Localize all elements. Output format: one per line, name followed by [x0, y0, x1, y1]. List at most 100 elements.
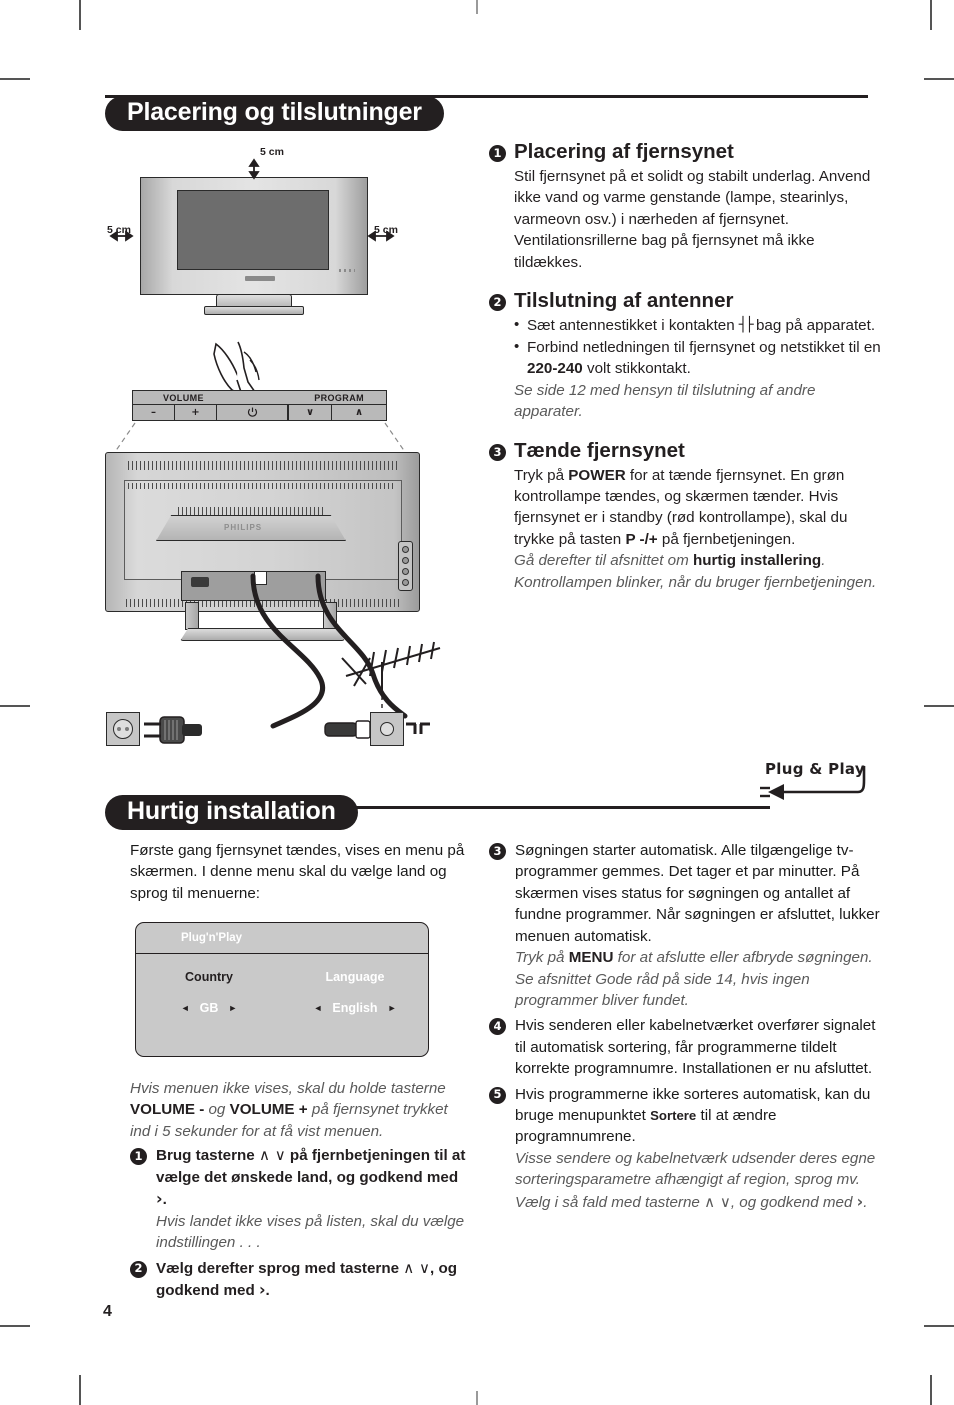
bullet-2-pre: Forbind netledningen til fjernsynet og n… [527, 338, 881, 356]
step-2-title: Tilslutning af antenner [514, 289, 734, 313]
item-5-note-c: . [863, 1193, 868, 1211]
step-2-heading: 2 Tilslutning af antenner [489, 289, 881, 313]
osd-language-label: Language [325, 970, 385, 984]
bullet-2-voltage: 220-240 [527, 360, 583, 378]
plug-and-play-logo: Plug & Play [760, 760, 870, 810]
list-item-4: 4 Hvis senderen eller kabelnetværket ove… [489, 1015, 881, 1079]
crop-mark-left-top [0, 78, 30, 80]
p-key-label: P -/+ [625, 530, 658, 548]
step-3-note-b: Kontrollampen blinker, når du bruger fje… [514, 573, 877, 591]
up-down-keys-icon: ∧ ∨ [258, 1146, 286, 1165]
language-prev-arrow-icon[interactable]: ◄ [314, 1003, 323, 1013]
step-1-body: Stil fjernsynet på et solidt og stabilt … [489, 166, 881, 273]
step-2-number: 2 [489, 294, 506, 312]
step-3-text-a: Tryk på [514, 466, 569, 484]
power-plug-icon [760, 766, 866, 800]
step-2: 2 Tilslutning af antenner Sæt antennesti… [489, 289, 881, 422]
country-prev-arrow-icon[interactable]: ◄ [181, 1003, 190, 1013]
list-item-3: 3 Søgningen starter automatisk. Alle til… [489, 840, 881, 1011]
crop-mark-bottom-left [79, 1375, 81, 1405]
step-1-title: Placering af fjernsynet [514, 140, 734, 163]
hurtig-installering-ref: hurtig installering [692, 552, 822, 570]
item-3-number: 3 [489, 843, 506, 860]
volume-plus-label: VOLUME + [229, 1101, 308, 1119]
bullet-1-pre: Sæt antennestikket i kontakten [527, 317, 739, 335]
item-3-note-a: Tryk på [515, 949, 569, 967]
bullet-2-post: volt stikkontakt. [582, 360, 691, 378]
osd-country-value-row[interactable]: ◄ GB ► [136, 1001, 282, 1015]
manual-page: Placering og tilslutninger 5 cm 5 cm 5 c… [0, 0, 954, 1405]
antenna-socket-glyph: ┤├ [738, 317, 754, 334]
item-2-text: Vælg derefter sprog med tasterne ∧ ∨, og… [156, 1258, 470, 1302]
item-1-c: . [162, 1191, 167, 1209]
plugnplay-osd-menu: Plug'n'Play Country ◄ GB ► Language ◄ En… [135, 922, 429, 1057]
crop-mark-bottom-right [930, 1375, 932, 1405]
clearance-arrows [109, 158, 395, 242]
language-next-arrow-icon[interactable]: ► [388, 1003, 397, 1013]
clearance-label-left: 5 cm [107, 224, 131, 236]
tv-front-view-illustration [109, 158, 413, 315]
note-a-text: Hvis menuen ikke vises, skal du holde ta… [130, 1080, 446, 1097]
socket-hole [113, 719, 133, 739]
section-rule-middle [340, 806, 770, 809]
step-3-note-a-end: . [821, 552, 826, 570]
item-1-note: Hvis landet ikke vises på listen, skal d… [156, 1212, 465, 1252]
control-panel-labels: VOLUME PROGRAM [132, 390, 387, 405]
crop-mark-top-left [79, 0, 81, 30]
step-1: 1 Placering af fjernsynet Stil fjernsyne… [489, 140, 881, 273]
crop-mark-right-top [924, 78, 954, 80]
step-1-number: 1 [489, 145, 506, 163]
bullet-1-post: bag på apparatet. [751, 317, 876, 335]
osd-country-label: Country [185, 970, 233, 984]
vent-slots-upper [128, 483, 396, 489]
osd-language-value: English [332, 1001, 378, 1015]
step-3-note-a-text: Gå derefter til afsnittet om [514, 552, 693, 570]
step-1-paragraph: Stil fjernsynet på et solidt og stabilt … [514, 168, 871, 271]
item-4-text: Hvis senderen eller kabelnetværket overf… [515, 1017, 876, 1078]
vent-slots-top [128, 461, 398, 470]
antenna-symbol-icon [406, 722, 430, 734]
item-5-body: Hvis programmerne ikke sorteres automati… [515, 1086, 870, 1146]
power-icon [247, 407, 257, 417]
connector-hole-2 [402, 557, 409, 564]
step-2-bullet-1: Sæt antennestikket i kontakten ┤├ bag på… [514, 314, 881, 337]
step-2-bullet-2: Forbind netledningen til fjernsynet og n… [514, 336, 881, 380]
item-1-a: Brug tasterne [156, 1147, 259, 1165]
item-5-note-b: , og godkend med [730, 1193, 857, 1211]
quick-install-intro: Første gang fjernsynet tændes, vises en … [130, 842, 465, 902]
osd-title: Plug'n'Play [181, 932, 243, 944]
note-b-text: og [204, 1101, 230, 1119]
item-5-note: Visse sendere og kabelnetværk udsender d… [515, 1148, 881, 1213]
item-1-body: Brug tasterne ∧ ∨ på fjernbetjeningen ti… [156, 1146, 465, 1209]
mains-wall-socket-icon [106, 712, 140, 746]
menu-key-label: MENU [568, 949, 614, 967]
menu-not-shown-note: Hvis menuen ikke vises, skal du holde ta… [130, 1078, 470, 1142]
country-next-arrow-icon[interactable]: ► [228, 1003, 237, 1013]
item-1-text: Brug tasterne ∧ ∨ på fjernbetjeningen ti… [156, 1145, 470, 1253]
step-3-heading: 3 Tænde fjernsynet [489, 439, 881, 463]
osd-title-bar: Plug'n'Play [136, 923, 428, 954]
item-1-number: 1 [130, 1148, 147, 1166]
page-number: 4 [103, 1303, 112, 1320]
power-plug-icon [144, 716, 202, 744]
step-2-bullet-list: Sæt antennestikket i kontakten ┤├ bag på… [514, 314, 881, 380]
vent-slots-hood [178, 507, 323, 515]
step-2-body: Sæt antennestikket i kontakten ┤├ bag på… [489, 314, 881, 422]
crop-mark-top-center [476, 0, 478, 14]
up-down-keys-icon: ∧ ∨ [704, 1192, 731, 1211]
list-item-2: 2 Vælg derefter sprog med tasterne ∧ ∨, … [130, 1258, 470, 1302]
control-group-volume-label: VOLUME [163, 392, 204, 403]
connector-hole-1 [402, 546, 409, 553]
roof-antenna-icon [341, 641, 441, 712]
section-title-hurtig: Hurtig installation [105, 795, 358, 830]
control-group-program-label: PROGRAM [314, 392, 364, 403]
power-key-label: POWER [568, 466, 626, 484]
confirm-key-icon: › [258, 1279, 266, 1299]
clearance-label-right: 5 cm [374, 224, 398, 236]
osd-language-value-row[interactable]: ◄ English ► [282, 1001, 428, 1015]
antenna-wall-socket-icon [370, 712, 404, 746]
quick-install-left-continued: Hvis menuen ikke vises, skal du holde ta… [130, 1078, 470, 1305]
step-3-title: Tænde fjernsynet [514, 438, 685, 462]
item-2-c: . [265, 1281, 270, 1299]
step-3-number: 3 [489, 443, 506, 461]
